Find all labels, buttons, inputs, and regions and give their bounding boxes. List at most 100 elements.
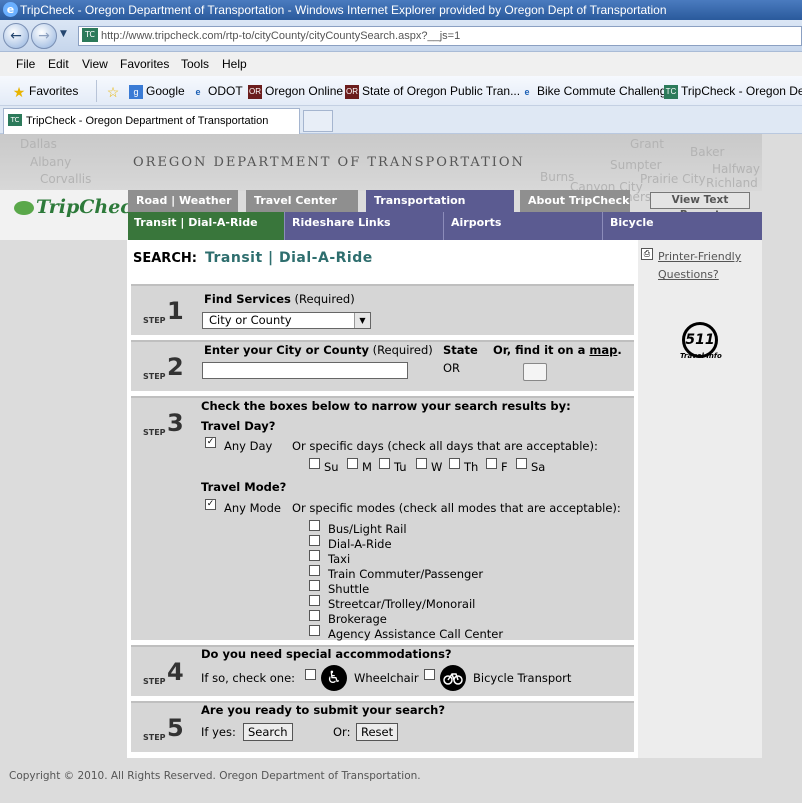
city-county-label: Enter your City or County <box>204 343 369 357</box>
step-label: STEP <box>143 372 166 381</box>
any-mode-checkbox[interactable]: ✓ <box>205 499 216 510</box>
fav-label: State of Oregon Public Tran... <box>362 84 521 98</box>
day-label: F <box>501 460 508 474</box>
ie-icon: e <box>3 2 18 17</box>
day-tu-checkbox[interactable] <box>379 458 390 469</box>
mode-checkbox[interactable] <box>309 580 320 591</box>
wheelchair-icon: ♿ <box>321 665 347 691</box>
forward-button[interactable]: → <box>31 23 57 49</box>
favorites-button[interactable]: ★ Favorites <box>12 84 79 99</box>
new-tab-button[interactable] <box>303 110 333 132</box>
fav-label: ODOT <box>208 84 243 98</box>
printer-friendly-link[interactable]: Printer-Friendly <box>658 250 741 263</box>
mode-checkbox[interactable] <box>309 535 320 546</box>
or-label: Or: <box>333 725 351 739</box>
tab-transportation-options[interactable]: Transportation Options <box>366 190 514 229</box>
find-services-select[interactable]: City or County <box>202 312 371 329</box>
tab-about-tripcheck[interactable]: About TripCheck <box>520 190 630 212</box>
map-prompt-text: Or, find it on a <box>493 343 586 357</box>
mode-checkbox[interactable] <box>309 520 320 531</box>
fav-label: Bike Commute Challenge <box>537 84 674 98</box>
step-number: 4 <box>167 658 184 686</box>
subnav-rideshare[interactable]: Rideshare Links <box>286 212 444 240</box>
back-button[interactable]: ← <box>3 23 29 49</box>
any-day-checkbox[interactable]: ✓ <box>205 437 216 448</box>
mode-label: Dial-A-Ride <box>328 537 392 551</box>
mode-checkbox[interactable] <box>309 550 320 561</box>
day-label: Su <box>324 460 339 474</box>
tripcheck-logo[interactable]: TripCheck <box>14 196 145 218</box>
step-4-prompt: If so, check one: <box>201 671 296 685</box>
reset-button[interactable]: Reset <box>356 723 399 741</box>
chevron-down-icon[interactable]: ▼ <box>354 313 370 328</box>
mode-checkbox[interactable] <box>309 610 320 621</box>
wheelchair-checkbox[interactable] <box>305 669 316 680</box>
browser-tab-active[interactable]: TripCheck - Oregon Department of Transpo… <box>3 108 300 134</box>
map-link[interactable]: map <box>589 343 617 357</box>
fav-bike-commute[interactable]: e Bike Commute Challenge <box>520 84 673 99</box>
day-sa-checkbox[interactable] <box>516 458 527 469</box>
subnav-airports[interactable]: Airports <box>445 212 603 240</box>
address-bar[interactable]: http://www.tripcheck.com/rtp-to/cityCoun… <box>78 26 802 46</box>
subnav-transit[interactable]: Transit | Dial-A-Ride <box>128 212 285 240</box>
favorites-label: Favorites <box>29 84 79 98</box>
menu-favorites[interactable]: Favorites <box>120 57 169 71</box>
city-county-input[interactable] <box>202 362 408 379</box>
day-label: Tu <box>394 460 407 474</box>
ie-page-icon: e <box>195 86 201 97</box>
day-label: Sa <box>531 460 546 474</box>
mode-label: Train Commuter/Passenger <box>328 567 484 581</box>
window-title: TripCheck - Oregon Department of Transpo… <box>0 0 802 20</box>
fav-oregon-online[interactable]: OR Oregon Online <box>248 84 343 99</box>
day-label: Th <box>464 460 479 474</box>
map-label: Prairie City <box>640 172 706 186</box>
mode-label: Taxi <box>328 552 351 566</box>
menu-tools[interactable]: Tools <box>181 57 209 71</box>
mode-label: Streetcar/Trolley/Monorail <box>328 597 476 611</box>
day-f-checkbox[interactable] <box>486 458 497 469</box>
site-icon: TC <box>82 28 98 42</box>
mode-checkbox[interactable] <box>309 625 320 636</box>
wheelchair-label: Wheelchair <box>354 671 419 685</box>
day-w-checkbox[interactable] <box>416 458 427 469</box>
step-label: STEP <box>143 733 166 742</box>
ie-page-icon: e <box>524 86 530 97</box>
oregon-map-icon[interactable] <box>523 363 547 381</box>
search-button[interactable]: Search <box>243 723 293 741</box>
fav-tripcheck[interactable]: TCTripCheck - Oregon Depa <box>664 84 802 99</box>
fav-odot[interactable]: e ODOT <box>191 84 243 99</box>
questions-link[interactable]: Questions? <box>658 268 719 281</box>
step-number: 3 <box>167 409 184 437</box>
copyright-text: Copyright © 2010. All Rights Reserved. O… <box>9 770 421 782</box>
subnav-bicycle[interactable]: Bicycle <box>604 212 762 240</box>
tab-road-weather[interactable]: Road | Weather <box>128 190 238 212</box>
menu-edit[interactable]: Edit <box>48 57 69 71</box>
select-value: City or County <box>209 313 292 327</box>
mode-label: Bus/Light Rail <box>328 522 407 536</box>
map-label: Albany <box>30 155 72 169</box>
agency-title: OREGON DEPARTMENT OF TRANSPORTATION <box>133 155 525 170</box>
menu-file[interactable]: File <box>16 57 35 71</box>
day-su-checkbox[interactable] <box>309 458 320 469</box>
step-label: STEP <box>143 677 166 686</box>
menu-view[interactable]: View <box>82 57 108 71</box>
mode-checkbox[interactable] <box>309 595 320 606</box>
bicycle-checkbox[interactable] <box>424 669 435 680</box>
fav-state-oregon[interactable]: OR State of Oregon Public Tran... <box>345 84 520 99</box>
oregon-icon: OR <box>248 84 262 99</box>
history-dropdown-icon[interactable]: ▼ <box>60 29 67 39</box>
step-number: 2 <box>167 353 184 381</box>
day-m-checkbox[interactable] <box>347 458 358 469</box>
fav-google[interactable]: g Google <box>129 84 185 99</box>
printer-icon: ⎙ <box>641 248 653 260</box>
map-prompt: Or, find it on a map. <box>493 343 622 357</box>
map-label: Grant <box>630 137 664 151</box>
tab-travel-center[interactable]: Travel Center <box>246 190 358 212</box>
mode-checkbox[interactable] <box>309 565 320 576</box>
menu-help[interactable]: Help <box>222 57 247 71</box>
day-th-checkbox[interactable] <box>449 458 460 469</box>
view-text-report-button[interactable]: View Text Report <box>650 192 750 221</box>
add-favorite-icon[interactable]: ☆ <box>106 84 123 99</box>
step-4-question: Do you need special accommodations? <box>201 647 452 661</box>
step-1-title: Find Services (Required) <box>204 292 355 306</box>
